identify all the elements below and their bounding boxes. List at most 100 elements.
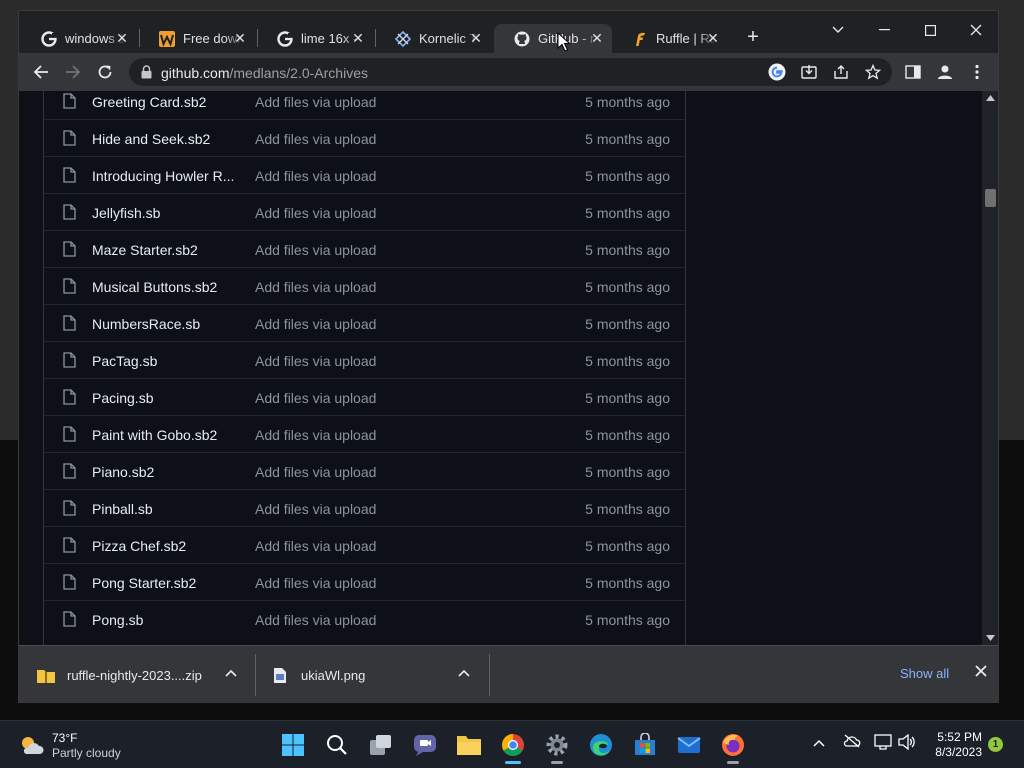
vertical-scrollbar[interactable] bbox=[982, 91, 998, 645]
commit-message-link[interactable]: Add files via upload bbox=[255, 538, 376, 554]
running-indicator bbox=[551, 761, 563, 764]
file-name-link[interactable]: Pong.sb bbox=[92, 612, 242, 628]
scroll-up-icon[interactable] bbox=[986, 95, 995, 101]
download-filename: ruffle-nightly-2023....zip bbox=[67, 668, 202, 683]
tab-search-button[interactable] bbox=[815, 19, 861, 41]
close-window-button[interactable] bbox=[953, 19, 998, 41]
commit-message-link[interactable]: Add files via upload bbox=[255, 353, 376, 369]
install-app-button[interactable] bbox=[797, 61, 821, 83]
settings-button[interactable] bbox=[542, 730, 572, 764]
weather-widget[interactable]: 73°F Partly cloudy bbox=[18, 731, 121, 761]
network-tray-icon[interactable] bbox=[874, 734, 892, 753]
weather-description: Partly cloudy bbox=[52, 746, 121, 760]
minimize-button[interactable] bbox=[861, 19, 907, 41]
file-row: PacTag.sb Add files via upload 5 months ag… bbox=[44, 341, 685, 378]
chevron-down-icon bbox=[832, 26, 844, 33]
task-view-button[interactable] bbox=[366, 730, 396, 760]
store-button[interactable] bbox=[630, 730, 660, 760]
file-name-link[interactable]: Piano.sb2 bbox=[92, 464, 242, 480]
commit-message-link[interactable]: Add files via upload bbox=[255, 427, 376, 443]
file-name-link[interactable]: Pinball.sb bbox=[92, 501, 242, 517]
close-shelf-icon[interactable] bbox=[973, 665, 989, 681]
folder-icon bbox=[457, 736, 481, 755]
mail-icon bbox=[677, 737, 701, 753]
commit-message-link[interactable]: Add files via upload bbox=[255, 242, 376, 258]
commit-message-link[interactable]: Add files via upload bbox=[255, 94, 376, 110]
running-indicator bbox=[727, 761, 739, 764]
commit-message-link[interactable]: Add files via upload bbox=[255, 279, 376, 295]
commit-message-link[interactable]: Add files via upload bbox=[255, 464, 376, 480]
tab-lime[interactable]: lime 16x - ✕ bbox=[257, 24, 373, 53]
tab-ruffle[interactable]: Ruffle | Ru ✕ bbox=[612, 24, 728, 53]
scroll-down-icon[interactable] bbox=[986, 635, 995, 641]
start-button[interactable] bbox=[278, 730, 308, 760]
volume-tray-icon[interactable] bbox=[898, 733, 916, 753]
onedrive-tray-icon[interactable] bbox=[843, 734, 861, 751]
file-name-link[interactable]: Musical Buttons.sb2 bbox=[92, 279, 242, 295]
forward-button[interactable] bbox=[61, 61, 85, 83]
show-hidden-icons-button[interactable] bbox=[813, 734, 825, 750]
share-button[interactable] bbox=[829, 61, 853, 83]
file-name-link[interactable]: Maze Starter.sb2 bbox=[92, 242, 242, 258]
show-all-button[interactable]: Show all bbox=[900, 666, 949, 681]
file-row: Pong Starter.sb2 Add files via upload 5 mo… bbox=[44, 563, 685, 600]
file-name-link[interactable]: Paint with Gobo.sb2 bbox=[92, 427, 242, 443]
file-name-link[interactable]: Pacing.sb bbox=[92, 390, 242, 406]
profile-button[interactable] bbox=[933, 61, 957, 83]
tab-close-icon[interactable]: ✕ bbox=[115, 31, 129, 45]
download-item-zip[interactable]: ruffle-nightly-2023....zip bbox=[37, 646, 255, 702]
tab-kornelic[interactable]: Kornelic T ✕ bbox=[375, 24, 491, 53]
side-panel-button[interactable] bbox=[901, 61, 925, 83]
chrome-menu-button[interactable] bbox=[965, 61, 989, 83]
file-name-link[interactable]: Greeting Card.sb2 bbox=[92, 94, 242, 110]
commit-message-link[interactable]: Add files via upload bbox=[255, 612, 376, 628]
browser-toolbar: github.com/medlans/2.0-Archives bbox=[19, 53, 998, 91]
url-domain: github.com bbox=[161, 65, 230, 81]
file-name-link[interactable]: Hide and Seek.sb2 bbox=[92, 131, 242, 147]
chrome-taskbar-button[interactable] bbox=[498, 730, 528, 764]
commit-message-link[interactable]: Add files via upload bbox=[255, 131, 376, 147]
commit-message-link[interactable]: Add files via upload bbox=[255, 501, 376, 517]
new-tab-button[interactable]: + bbox=[741, 26, 765, 50]
teams-chat-button[interactable] bbox=[410, 730, 440, 760]
reload-button[interactable] bbox=[93, 61, 117, 83]
file-name-link[interactable]: Pizza Chef.sb2 bbox=[92, 538, 242, 554]
commit-message-link[interactable]: Add files via upload bbox=[255, 390, 376, 406]
tab-close-icon[interactable]: ✕ bbox=[469, 31, 483, 45]
tab-close-icon[interactable]: ✕ bbox=[706, 31, 720, 45]
file-name-link[interactable]: Introducing Howler R... bbox=[92, 168, 242, 184]
tab-close-icon[interactable]: ✕ bbox=[233, 31, 247, 45]
commit-message-link[interactable]: Add files via upload bbox=[255, 205, 376, 221]
file-row: Pizza Chef.sb2 Add files via upload 5 mont… bbox=[44, 526, 685, 563]
tab-free-download[interactable]: Free down ✕ bbox=[139, 24, 255, 53]
maximize-button[interactable] bbox=[907, 19, 953, 41]
bookmark-button[interactable] bbox=[861, 61, 885, 83]
scrollbar-thumb[interactable] bbox=[985, 189, 996, 207]
file-explorer-button[interactable] bbox=[454, 730, 484, 760]
commit-message-link[interactable]: Add files via upload bbox=[255, 168, 376, 184]
commit-message-link[interactable]: Add files via upload bbox=[255, 575, 376, 591]
tab-windows[interactable]: windows 1 ✕ bbox=[21, 24, 137, 53]
google-lens-button[interactable] bbox=[765, 61, 789, 83]
search-button[interactable] bbox=[322, 730, 352, 760]
maximize-icon bbox=[924, 24, 936, 36]
file-name-link[interactable]: Jellyfish.sb bbox=[92, 205, 242, 221]
chevron-up-icon[interactable] bbox=[225, 669, 237, 677]
file-name-link[interactable]: PacTag.sb bbox=[92, 353, 242, 369]
tab-close-icon[interactable]: ✕ bbox=[351, 31, 365, 45]
file-name-link[interactable]: NumbersRace.sb bbox=[92, 316, 242, 332]
mail-button[interactable] bbox=[674, 730, 704, 760]
notification-badge[interactable]: 1 bbox=[988, 737, 1003, 752]
commit-date: 5 months ago bbox=[585, 353, 670, 369]
tab-github[interactable]: GitHub - r ✕ bbox=[494, 24, 612, 53]
edge-icon bbox=[590, 734, 612, 756]
firefox-button[interactable] bbox=[718, 730, 748, 764]
system-clock[interactable]: 5:52 PM 8/3/2023 bbox=[920, 730, 982, 760]
download-item-png[interactable]: ukiaWl.png bbox=[274, 646, 489, 702]
file-name-link[interactable]: Pong Starter.sb2 bbox=[92, 575, 242, 591]
chevron-up-icon[interactable] bbox=[458, 669, 470, 677]
back-button[interactable] bbox=[29, 61, 53, 83]
commit-message-link[interactable]: Add files via upload bbox=[255, 316, 376, 332]
edge-button[interactable] bbox=[586, 730, 616, 760]
tab-close-icon[interactable]: ✕ bbox=[590, 31, 604, 45]
